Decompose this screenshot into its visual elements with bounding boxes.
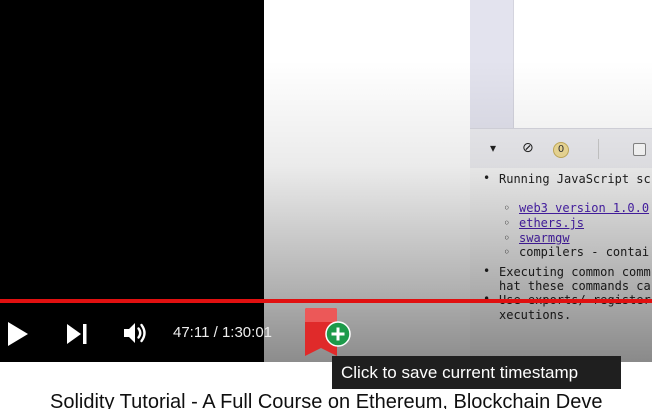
save-timestamp-tooltip: Click to save current timestamp [332,356,621,389]
volume-button[interactable] [121,319,151,347]
doc-line: Executing common comm [499,265,651,279]
doc-line: Running JavaScript sc [499,172,651,186]
current-time: 47:11 [173,324,210,341]
ban-icon: ⊘ [522,140,534,156]
play-button[interactable] [6,320,30,348]
video-frame-middle [264,0,470,362]
time-separator: / [213,324,218,341]
checkbox-icon [633,143,646,156]
doc-line: compilers - contai [519,245,650,259]
doc-sub-bullet: ◦ [503,231,511,245]
doc-sub-bullet: ◦ [503,245,511,259]
video-player[interactable]: ▾︎ ⊘ 0 • Running JavaScript sc ◦ web3 ve… [0,0,652,362]
double-chevron-down-icon: ▾︎ [490,141,497,155]
progress-bar[interactable] [0,299,652,303]
doc-line: hat these commands ca [499,279,651,293]
doc-sub-bullet: ◦ [503,216,511,230]
time-display: 47:11 / 1:30:01 [173,324,272,341]
doc-link-swarmgw: swarmgw [519,231,570,245]
toolbar-divider [598,139,599,159]
doc-bullet: • [483,171,491,185]
video-ide-panel: ▾︎ ⊘ 0 • Running JavaScript sc ◦ web3 ve… [470,0,652,362]
ide-editor-area [514,0,652,128]
save-timestamp-button[interactable] [305,308,353,360]
play-icon [8,322,28,346]
video-frame-left [0,0,264,362]
skip-next-icon [67,324,87,344]
volume-icon [124,323,146,343]
doc-bullet: • [483,264,491,278]
ide-terminal-toolbar: ▾︎ ⊘ 0 [470,128,652,168]
doc-line: xecutions. [499,308,572,322]
ide-terminal-doc: • Running JavaScript sc ◦ web3 version 1… [470,168,652,362]
next-button[interactable] [64,320,90,348]
video-title: Solidity Tutorial - A Full Course on Eth… [50,391,603,409]
count-badge: 0 [553,142,569,158]
total-duration: 1:30:01 [221,324,272,341]
doc-link-ethers: ethers.js [519,216,585,230]
ide-side-pane [470,0,514,128]
doc-link-web3: web3 version 1.0.0 [519,201,650,215]
doc-sub-bullet: ◦ [503,201,511,215]
bookmark-plus-icon [305,308,351,356]
